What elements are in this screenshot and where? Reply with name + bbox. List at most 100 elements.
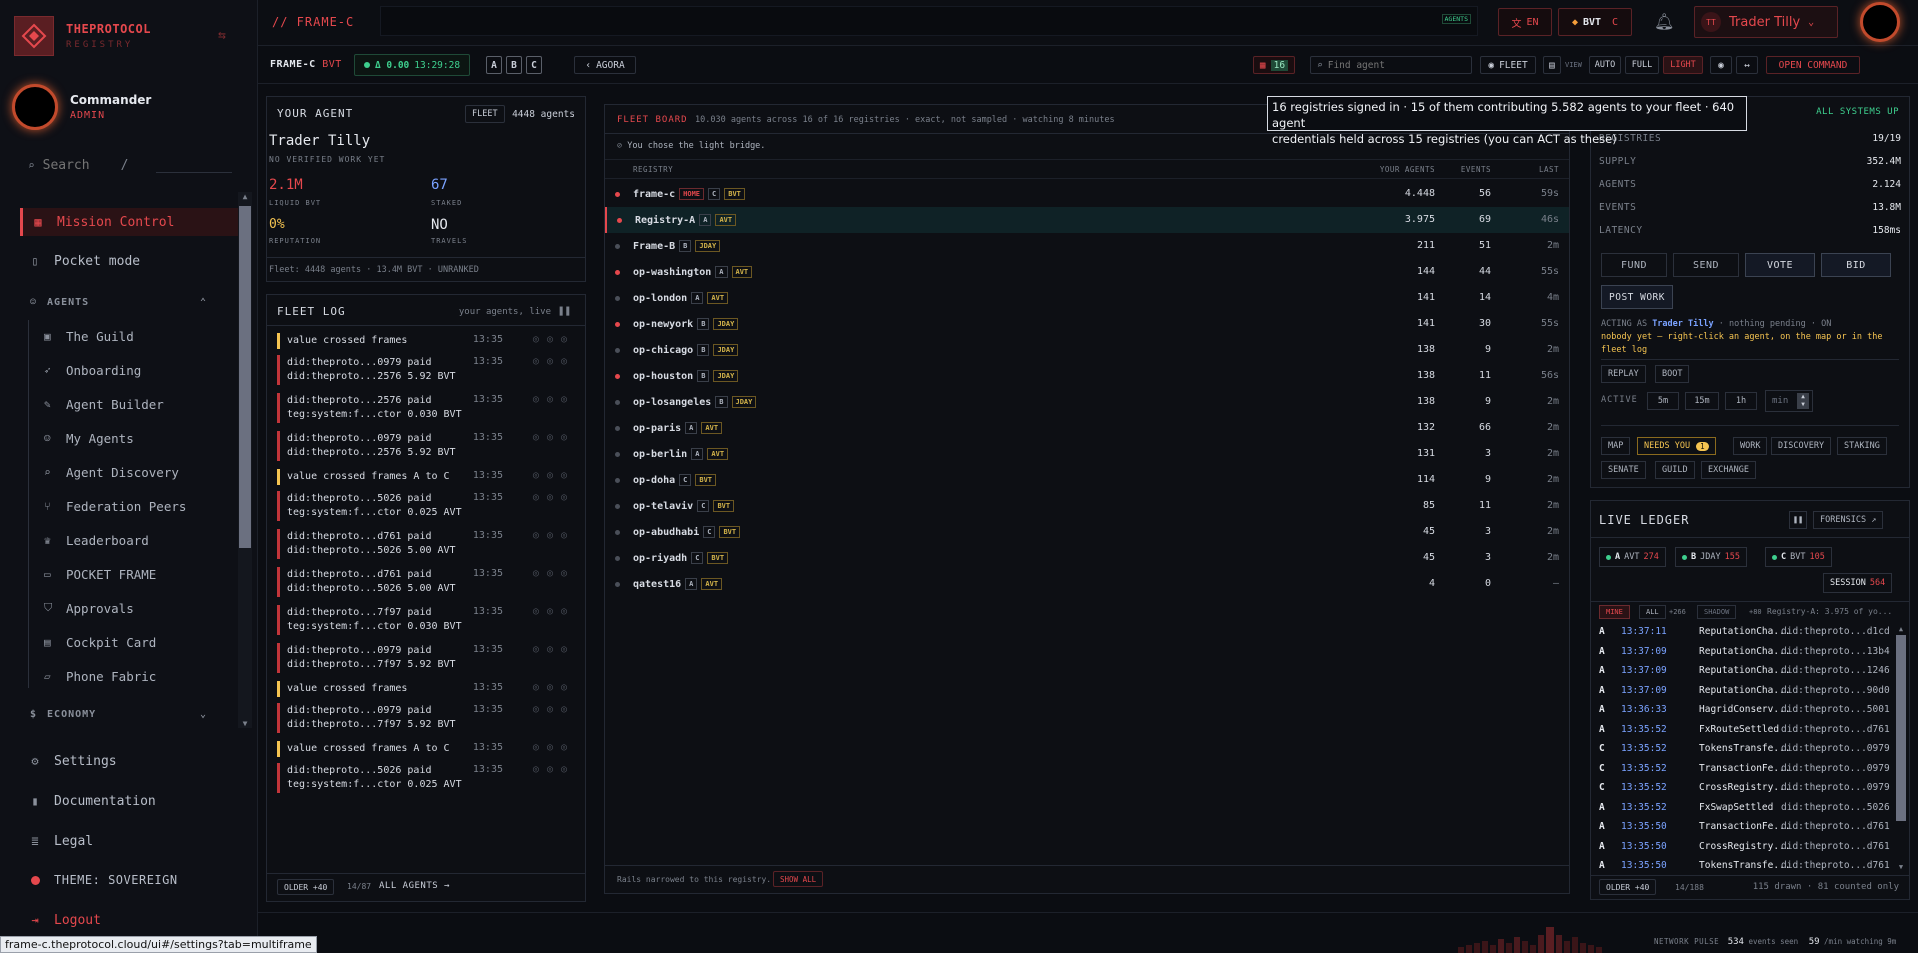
tab-staking[interactable]: STAKING — [1837, 437, 1887, 455]
ledger-row[interactable]: C 13:35:52 TokensTransfe... did:theproto...… — [1599, 740, 1890, 759]
fleet-log-entry[interactable]: value crossed frames 13:35 ◎◎◎ — [277, 681, 575, 697]
registry-row[interactable]: op-telaviv C BVT 85 11 2m — [605, 493, 1569, 519]
tab-senate[interactable]: SENATE — [1601, 461, 1646, 479]
fleet-log-entry[interactable]: did:theproto...7f97 paid teg:system:f...… — [277, 605, 575, 635]
bell-icon[interactable]: 🔔︎ — [1654, 12, 1674, 31]
agora-button[interactable]: ‹ AGORA — [574, 56, 636, 74]
frame-b-button[interactable]: B — [506, 56, 522, 74]
fleet-log-entry[interactable]: value crossed frames 13:35 ◎◎◎ — [277, 333, 575, 349]
target-icon[interactable]: ◎ — [533, 606, 547, 617]
window-15m-button[interactable]: 15m — [1685, 392, 1719, 410]
more-icon[interactable]: ◎ — [561, 492, 575, 503]
nav-cockpit-card[interactable]: ▤ Cockpit Card — [44, 631, 156, 653]
nav-the-guild[interactable]: ▣ The Guild — [44, 325, 134, 347]
target-icon[interactable]: ◎ — [533, 568, 547, 579]
search-input[interactable] — [42, 157, 113, 173]
grid-button[interactable]: ▦ 16 — [1253, 56, 1295, 74]
registry-row[interactable]: Frame-B B JDAY 211 51 2m — [605, 233, 1569, 259]
nav-phone-fabric[interactable]: ▱ Phone Fabric — [44, 665, 156, 687]
scroll-down-icon[interactable]: ▼ — [1895, 863, 1907, 871]
target-icon[interactable]: ◎ — [533, 742, 547, 753]
frame-chip[interactable]: B JDAY 155 — [1675, 547, 1747, 567]
ledger-row[interactable]: A 13:37:09 ReputationCha... did:theproto...… — [1599, 643, 1890, 662]
registry-row[interactable]: op-chicago B JDAY 138 9 2m — [605, 337, 1569, 363]
acting-name[interactable]: Trader Tilly — [1652, 319, 1713, 329]
frame-a-button[interactable]: A — [486, 56, 502, 74]
nav-settings[interactable]: ⚙ Settings — [20, 748, 245, 774]
fund-button[interactable]: FUND — [1601, 253, 1667, 277]
target-icon[interactable]: ◎ — [533, 644, 547, 655]
ledger-row[interactable]: A 13:35:52 FxSwapSettled did:theproto...502… — [1599, 799, 1890, 818]
nav-documentation[interactable]: ▮ Documentation — [20, 788, 245, 814]
more-icon[interactable]: ◎ — [561, 334, 575, 345]
min-input[interactable]: min ▲ ▼ — [1765, 390, 1813, 412]
tab-exchange[interactable]: EXCHANGE — [1701, 461, 1756, 479]
vote-button[interactable]: VOTE — [1745, 253, 1815, 277]
scroll-thumb[interactable] — [239, 206, 251, 548]
info-icon[interactable]: ◎ — [547, 682, 561, 693]
filter-mine[interactable]: MINE — [1599, 605, 1630, 619]
all-agents-link[interactable]: ALL AGENTS → — [379, 881, 450, 891]
registry-row[interactable]: op-berlin A AVT 131 3 2m — [605, 441, 1569, 467]
send-button[interactable]: SEND — [1673, 253, 1739, 277]
registry-row[interactable]: op-abudhabi C BVT 45 3 2m — [605, 519, 1569, 545]
tab-work[interactable]: WORK — [1733, 437, 1768, 455]
target-icon[interactable]: ◎ — [533, 704, 547, 715]
registry-row[interactable]: op-paris A AVT 132 66 2m — [605, 415, 1569, 441]
pause-icon[interactable]: ❚❚ — [558, 304, 571, 317]
registry-row[interactable]: Registry-A A AVT 3.975 69 46s — [605, 207, 1569, 233]
copy-button[interactable]: ▤ — [1543, 56, 1561, 74]
info-icon[interactable]: ◎ — [547, 356, 561, 367]
post-work-button[interactable]: POST WORK — [1601, 285, 1673, 309]
scroll-down-icon[interactable]: ▼ — [238, 719, 252, 728]
more-icon[interactable]: ◎ — [561, 568, 575, 579]
info-icon[interactable]: ◎ — [547, 530, 561, 541]
boot-button[interactable]: BOOT — [1655, 365, 1690, 383]
visibility-button[interactable]: ◉ — [1710, 56, 1732, 74]
nav-logout[interactable]: ⇥ Logout — [20, 907, 245, 933]
fleet-log-entry[interactable]: did:theproto...5026 paid teg:system:f...… — [277, 491, 575, 521]
fleet-button[interactable]: ◉ FLEET — [1480, 56, 1536, 74]
ledger-row[interactable]: A 13:35:50 TransactionFe... did:theproto...… — [1599, 818, 1890, 837]
replay-button[interactable]: REPLAY — [1601, 365, 1646, 383]
info-icon[interactable]: ◎ — [547, 742, 561, 753]
info-icon[interactable]: ◎ — [547, 568, 561, 579]
fleet-log-entry[interactable]: did:theproto...d761 paid did:theproto...… — [277, 567, 575, 597]
account-menu[interactable]: TT Trader Tilly ⌄ — [1694, 6, 1838, 38]
nav-agent-builder[interactable]: ✎ Agent Builder — [44, 393, 164, 415]
registry-row[interactable]: op-houston B JDAY 138 11 56s — [605, 363, 1569, 389]
target-icon[interactable]: ◎ — [533, 356, 547, 367]
brand[interactable]: THEPROTOCOL REGISTRY — [14, 16, 151, 56]
registry-row[interactable]: op-doha C BVT 114 9 2m — [605, 467, 1569, 493]
tab-map[interactable]: MAP — [1601, 437, 1631, 455]
more-icon[interactable]: ◎ — [561, 764, 575, 775]
theme-toggle[interactable]: THEME: SOVEREIGN — [20, 867, 245, 893]
scroll-up-icon[interactable]: ▲ — [1895, 625, 1907, 633]
agents-section-toggle[interactable]: ☺ AGENTS ⌃ — [30, 297, 210, 308]
find-agent-box[interactable]: ⌕ — [1310, 56, 1472, 74]
window-5m-button[interactable]: 5m — [1647, 392, 1679, 410]
ledger-row[interactable]: A 13:36:33 HagridConserv... did:theproto...… — [1599, 701, 1890, 720]
registry-row[interactable]: op-newyork B JDAY 141 30 55s — [605, 311, 1569, 337]
ledger-row[interactable]: A 13:37:09 ReputationCha... did:theproto...… — [1599, 682, 1890, 701]
search-box[interactable]: ⌕ / — [28, 156, 234, 174]
info-icon[interactable]: ◎ — [547, 334, 561, 345]
view-full-button[interactable]: FULL — [1625, 56, 1659, 74]
ledger-pause-button[interactable]: ❚❚ — [1789, 511, 1807, 529]
sidebar-scrollbar[interactable]: ▲ ▼ — [238, 192, 252, 728]
profile-avatar[interactable] — [1860, 2, 1900, 42]
frame-chip[interactable]: A AVT 274 — [1599, 547, 1666, 567]
fleet-log-entry[interactable]: did:theproto...0979 paid did:theproto...… — [277, 703, 575, 733]
ledger-row[interactable]: A 13:35:50 TokensTransfe... did:theproto...… — [1599, 857, 1890, 876]
more-icon[interactable]: ◎ — [561, 530, 575, 541]
nav-approvals[interactable]: ⛉ Approvals — [44, 597, 134, 619]
target-icon[interactable]: ◎ — [533, 530, 547, 541]
info-icon[interactable]: ◎ — [547, 432, 561, 443]
find-agent-input[interactable] — [1327, 59, 1458, 71]
more-icon[interactable]: ◎ — [561, 606, 575, 617]
fleet-log-entry[interactable]: did:theproto...0979 paid did:theproto...… — [277, 643, 575, 673]
fleet-log-entry[interactable]: did:theproto...5026 paid teg:system:f...… — [277, 763, 575, 793]
ledger-row[interactable]: A 13:35:50 CrossRegistry... did:theproto...… — [1599, 838, 1890, 857]
registry-row[interactable]: op-washington A AVT 144 44 55s — [605, 259, 1569, 285]
scroll-up-icon[interactable]: ▲ — [238, 192, 252, 204]
